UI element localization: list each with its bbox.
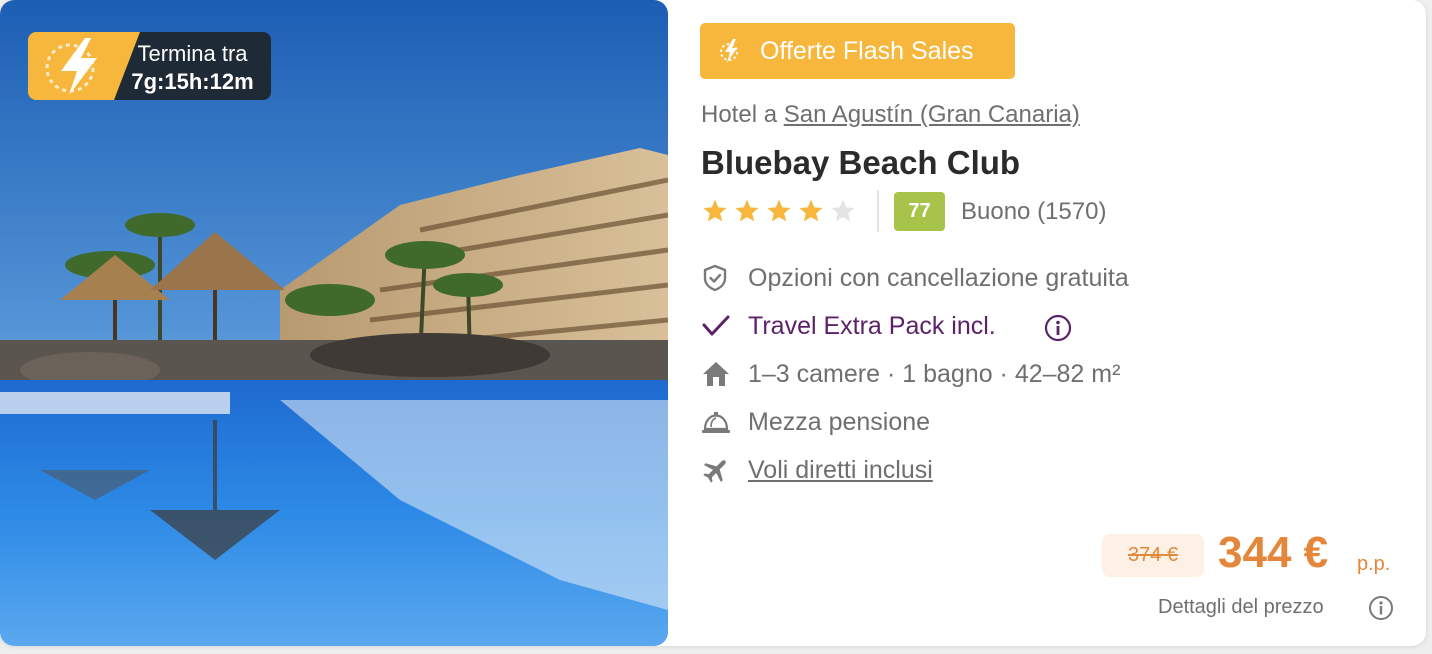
location-prefix: Hotel a: [701, 101, 778, 128]
hotel-name[interactable]: Bluebay Beach Club: [701, 144, 1020, 182]
review-score-badge: 77: [894, 192, 945, 231]
review-score-text[interactable]: Buono (1570): [961, 198, 1106, 226]
feature-text: Opzioni con cancellazione gratuita: [748, 264, 1129, 292]
price-details-link[interactable]: Dettagli del prezzo: [1158, 596, 1324, 619]
old-price: 374 €: [1102, 534, 1204, 577]
lightning-bolt-icon: [720, 39, 738, 63]
hotel-location: Hotel a San Agustín (Gran Canaria): [701, 101, 1080, 129]
info-icon[interactable]: [1044, 314, 1072, 342]
star-filled-icon: [703, 199, 727, 222]
timer-label: Termina tra: [137, 41, 248, 66]
feature-text: Mezza pensione: [748, 408, 931, 436]
location-link[interactable]: San Agustín (Gran Canaria): [784, 101, 1080, 128]
shield-check-icon: [703, 264, 727, 292]
timer-value: 7g:15h:12m: [131, 69, 254, 94]
hotel-card[interactable]: Termina tra 7g:15h:12m Offerte Flash Sal…: [0, 0, 1426, 646]
hotel-photo[interactable]: Termina tra 7g:15h:12m: [0, 0, 668, 646]
price-per-person: p.p.: [1357, 553, 1391, 575]
direct-flights-link[interactable]: Voli diretti inclusi: [748, 456, 933, 485]
current-price: 344 €: [1218, 528, 1329, 577]
info-icon[interactable]: [1368, 595, 1394, 621]
rating-divider: [877, 190, 879, 232]
badge-label: Offerte Flash Sales: [760, 37, 974, 65]
star-filled-icon: [735, 199, 759, 222]
cloche-icon: [702, 412, 730, 433]
airplane-icon: [703, 460, 726, 483]
flash-sales-badge: Offerte Flash Sales: [700, 23, 1015, 79]
star-filled-icon: [799, 199, 823, 222]
flash-sale-timer: Termina tra 7g:15h:12m: [28, 32, 271, 100]
checkmark-icon: [702, 315, 730, 336]
star-filled-icon: [767, 199, 791, 222]
star-empty-icon: [831, 199, 855, 222]
feature-text: Travel Extra Pack incl.: [748, 312, 996, 340]
house-icon: [703, 362, 729, 386]
feature-text: 1–3 camere · 1 bagno · 42–82 m²: [748, 360, 1121, 388]
